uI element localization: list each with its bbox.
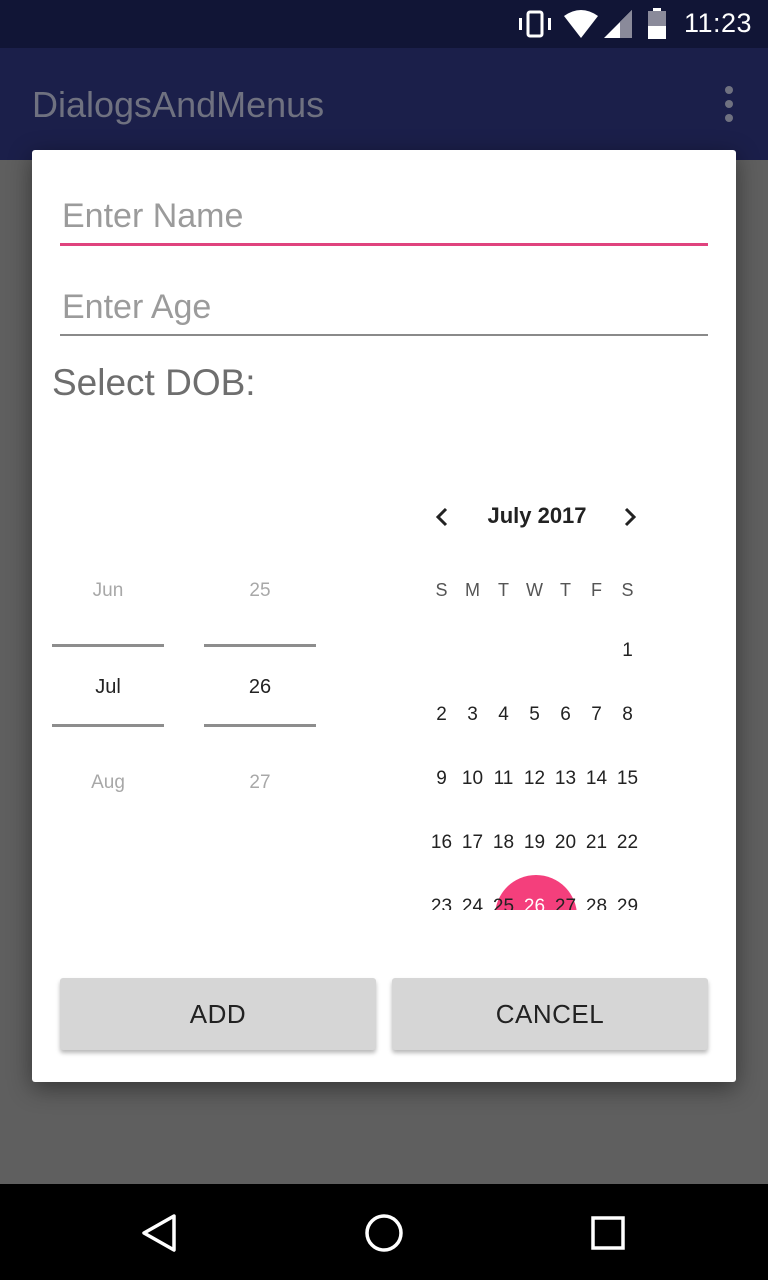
name-field-container bbox=[60, 190, 708, 246]
calendar-day[interactable]: 12 bbox=[519, 765, 550, 793]
spinner-divider bbox=[52, 644, 164, 647]
weekday-label: S bbox=[621, 580, 634, 600]
calendar-day[interactable]: 14 bbox=[581, 765, 612, 793]
calendar-day[interactable]: 25 bbox=[488, 893, 519, 910]
calendar-day[interactable]: 11 bbox=[488, 765, 519, 793]
calendar-day[interactable]: 29 bbox=[612, 893, 643, 910]
vibrate-icon bbox=[519, 10, 551, 38]
calendar-day[interactable]: 27 bbox=[550, 893, 581, 910]
calendar-day[interactable]: 24 bbox=[457, 893, 488, 910]
battery-icon bbox=[648, 8, 666, 39]
calendar-day bbox=[581, 637, 612, 665]
calendar-week: 2 3 4 5 6 7 8 bbox=[426, 701, 648, 729]
calendar-day[interactable]: 3 bbox=[457, 701, 488, 729]
weekday-label: W bbox=[526, 580, 543, 600]
calendar-day[interactable]: 7 bbox=[581, 701, 612, 729]
weekday-label: F bbox=[591, 580, 602, 600]
calendar-week: 9 10 11 12 13 14 15 bbox=[426, 765, 648, 793]
calendar-day[interactable]: 20 bbox=[550, 829, 581, 857]
month-spinner[interactable]: Jun Jul Aug bbox=[52, 560, 164, 800]
calendar-day[interactable]: 10 bbox=[457, 765, 488, 793]
calendar-week: 23 24 25 26 27 28 29 bbox=[426, 893, 648, 910]
calendar-day bbox=[488, 637, 519, 665]
weekday-label: M bbox=[465, 580, 480, 600]
dob-label: Select DOB: bbox=[52, 362, 256, 403]
calendar-day bbox=[457, 637, 488, 665]
chevron-right-icon[interactable] bbox=[618, 506, 640, 528]
calendar-day[interactable]: 17 bbox=[457, 829, 488, 857]
calendar-day-selected[interactable]: 26 bbox=[519, 893, 550, 910]
name-input[interactable] bbox=[60, 190, 708, 243]
signal-icon bbox=[604, 10, 632, 38]
wifi-icon bbox=[564, 10, 598, 38]
app-bar: DialogsAndMenus bbox=[0, 48, 768, 160]
calendar-day bbox=[426, 637, 457, 665]
calendar-day[interactable]: 8 bbox=[612, 701, 643, 729]
status-time: 11:23 bbox=[683, 8, 752, 38]
calendar-day bbox=[519, 637, 550, 665]
day-spinner[interactable]: 25 26 27 bbox=[204, 560, 316, 800]
calendar-day[interactable]: 6 bbox=[550, 701, 581, 729]
spinner-divider bbox=[204, 724, 316, 727]
calendar-day[interactable]: 16 bbox=[426, 829, 457, 857]
day-current[interactable]: 26 bbox=[204, 676, 316, 699]
calendar-view: July 2017 S M T W T F S 1 2 3 4 5 6 7 8 … bbox=[420, 496, 660, 910]
weekday-label: T bbox=[498, 580, 509, 600]
calendar-day[interactable]: 22 bbox=[612, 829, 643, 857]
calendar-day[interactable]: 9 bbox=[426, 765, 457, 793]
weekday-label: T bbox=[560, 580, 571, 600]
cancel-button[interactable]: CANCEL bbox=[392, 978, 708, 1050]
age-field-container bbox=[60, 280, 708, 336]
age-input[interactable] bbox=[60, 280, 708, 334]
calendar-weekday-row: S M T W T F S bbox=[426, 576, 648, 604]
calendar-day[interactable]: 21 bbox=[581, 829, 612, 857]
calendar-day[interactable]: 1 bbox=[612, 637, 643, 665]
calendar-week: 1 bbox=[426, 637, 648, 665]
calendar-day[interactable]: 4 bbox=[488, 701, 519, 729]
navigation-bar bbox=[0, 1184, 768, 1280]
recents-icon[interactable] bbox=[587, 1212, 629, 1254]
home-icon[interactable] bbox=[363, 1212, 405, 1254]
add-button[interactable]: ADD bbox=[60, 978, 376, 1050]
day-next[interactable]: 27 bbox=[204, 772, 316, 794]
calendar-day[interactable]: 18 bbox=[488, 829, 519, 857]
month-next[interactable]: Aug bbox=[52, 772, 164, 794]
month-prev[interactable]: Jun bbox=[52, 580, 164, 602]
calendar-day[interactable]: 2 bbox=[426, 701, 457, 729]
spinner-divider bbox=[204, 644, 316, 647]
calendar-day[interactable]: 15 bbox=[612, 765, 643, 793]
calendar-week: 16 17 18 19 20 21 22 bbox=[426, 829, 648, 857]
status-bar: 11:23 bbox=[0, 0, 768, 48]
calendar-month-title: July 2017 bbox=[487, 503, 587, 528]
calendar-day[interactable]: 23 bbox=[426, 893, 457, 910]
spinner-divider bbox=[52, 724, 164, 727]
weekday-label: S bbox=[435, 580, 448, 600]
day-prev[interactable]: 25 bbox=[204, 580, 316, 602]
app-title: DialogsAndMenus bbox=[32, 84, 325, 125]
calendar-day[interactable]: 19 bbox=[519, 829, 550, 857]
add-person-dialog: Select DOB: Jun Jul Aug 25 26 27 July 20… bbox=[32, 150, 736, 1082]
back-icon[interactable] bbox=[138, 1212, 180, 1254]
calendar-day[interactable]: 28 bbox=[581, 893, 612, 910]
calendar-day[interactable]: 13 bbox=[550, 765, 581, 793]
calendar-day[interactable]: 5 bbox=[519, 701, 550, 729]
calendar-header: July 2017 bbox=[420, 502, 660, 532]
chevron-left-icon[interactable] bbox=[432, 506, 454, 528]
calendar-day bbox=[550, 637, 581, 665]
month-current[interactable]: Jul bbox=[52, 676, 164, 699]
overflow-menu-icon[interactable] bbox=[724, 86, 734, 122]
